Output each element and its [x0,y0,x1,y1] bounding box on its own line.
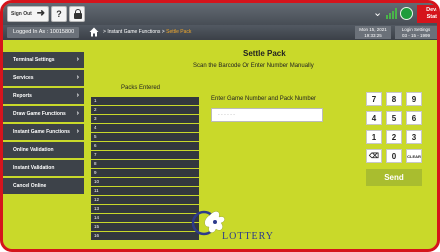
pack-row[interactable]: 11 [91,187,199,195]
pack-row-index: 16 [94,233,100,238]
pack-row[interactable]: 15 [91,223,199,231]
lock-icon [74,9,82,19]
pack-row[interactable]: 13 [91,205,199,213]
breadcrumb-sep: > [103,29,106,35]
pack-row[interactable]: 8 [91,160,199,168]
chevron-right-icon: › [76,92,79,99]
chevron-right-icon: › [76,128,79,135]
pack-row-index: 3 [94,116,97,121]
breadcrumb-sep: > [161,29,165,35]
key-5[interactable]: 5 [386,111,402,125]
pack-row[interactable]: 14 [91,214,199,222]
last-login: Login Settings 03 - 15 - 1999 [395,26,437,39]
login-info: Logged In As : 10015800 [7,27,79,38]
signal-strength-icon [386,8,398,19]
pack-row[interactable]: 10 [91,178,199,186]
pack-row-index: 13 [94,206,100,211]
pack-row[interactable]: 7 [91,151,199,159]
sidebar-item-label: Instant Validation [13,165,55,171]
top-bar: Sign Out ➜ ? ⌄ Device Status [3,3,437,25]
last-login-date: 03 - 15 - 1999 [401,33,431,38]
pack-row[interactable]: 6 [91,142,199,150]
chevron-down-icon[interactable]: ⌄ [373,6,382,19]
sidebar-item-label: Terminal Settings [13,57,55,63]
key-2[interactable]: 2 [386,130,402,144]
pack-row-index: 7 [94,152,97,157]
date-time: Mon 15, 2021 19:33:25 [355,26,391,39]
breadcrumb-instant-game[interactable]: Instant Game Functions [107,29,160,35]
breadcrumb: > Instant Game Functions > Settle Pack [103,25,191,40]
packs-entered-title: Packs Entered [121,85,161,91]
sidebar-item-services[interactable]: Services › [3,70,84,86]
pack-row-index: 10 [94,179,100,184]
pack-row[interactable]: 12 [91,196,199,204]
pack-row[interactable]: 2 [91,106,199,114]
chevron-right-icon: › [76,74,79,81]
pack-row-index: 9 [94,170,97,175]
key-4[interactable]: 4 [366,111,382,125]
pack-row[interactable]: 5 [91,133,199,141]
sidebar-item-label: Reports [13,93,32,99]
sidebar-item-draw-game-functions[interactable]: Draw Game Functions › [3,106,84,122]
clear-key[interactable]: CLEAR [406,149,422,163]
time-line: 19:33:25 [364,33,382,38]
logo-text: LOTTERY [222,231,274,242]
pack-row[interactable]: 16 [91,232,199,240]
key-7[interactable]: 7 [366,92,382,106]
sidebar-item-reports[interactable]: Reports › [3,88,84,104]
logout-label: Sign Out [11,11,32,17]
sidebar-item-label: Draw Game Functions [13,111,66,117]
sidebar-item-online-validation[interactable]: Online Validation [3,142,84,158]
device-status-button[interactable]: Device Status [417,5,437,23]
chevron-right-icon: › [76,110,79,117]
chevron-right-icon: › [76,56,79,63]
pack-row-index: 8 [94,161,97,166]
app-frame: Sign Out ➜ ? ⌄ Device Status Logged In A… [0,0,440,252]
sidebar-item-instant-game-functions[interactable]: Instant Game Functions › [3,124,84,140]
lock-button[interactable] [69,6,85,22]
key-1[interactable]: 1 [366,130,382,144]
page-subtitle: Scan the Barcode Or Enter Number Manuall… [193,63,314,69]
sidebar-item-label: Services [13,75,34,81]
key-8[interactable]: 8 [386,92,402,106]
pack-number-label: Enter Game Number and Pack Number [211,96,317,102]
pack-row[interactable]: 4 [91,124,199,132]
logout-button[interactable]: Sign Out ➜ [7,6,49,22]
help-button[interactable]: ? [51,6,67,22]
sub-bar: Logged In As : 10015800 > Instant Game F… [3,25,437,40]
sidebar-item-label: Online Validation [13,147,54,153]
pack-row-index: 11 [94,188,99,193]
sidebar-item-instant-validation[interactable]: Instant Validation [3,160,84,176]
sidebar: Terminal Settings › Services › Reports ›… [3,52,84,196]
pack-row-index: 4 [94,125,97,130]
page-title: Settle Pack [243,49,286,58]
online-status-icon [400,7,413,20]
pack-row-index: 2 [94,107,97,112]
home-icon[interactable] [89,27,99,37]
packs-entered-table: 1 2 3 4 5 6 7 8 9 10 11 12 13 14 15 16 [91,97,199,241]
backspace-key[interactable]: ⌫ [366,149,382,163]
sidebar-item-label: Instant Game Functions [13,129,70,135]
pack-row-index: 5 [94,134,97,139]
key-9[interactable]: 9 [406,92,422,106]
pack-row[interactable]: 3 [91,115,199,123]
key-6[interactable]: 6 [406,111,422,125]
pack-row[interactable]: 9 [91,169,199,177]
sidebar-item-cancel-online[interactable]: Cancel Online [3,178,84,194]
sidebar-item-terminal-settings[interactable]: Terminal Settings › [3,52,84,68]
pack-row-index: 14 [94,215,100,220]
pack-row-index: 1 [94,98,97,103]
send-button[interactable]: Send [366,169,422,186]
key-0[interactable]: 0 [386,149,402,163]
key-3[interactable]: 3 [406,130,422,144]
pack-row-index: 12 [94,197,100,202]
logout-arrow-icon: ➜ [36,8,45,19]
sidebar-item-label: Cancel Online [13,183,47,189]
pack-row-index: 6 [94,143,97,148]
pack-row-index: 15 [94,224,100,229]
breadcrumb-current: Settle Pack [166,29,192,35]
pack-row[interactable]: 1 [91,97,199,105]
pack-number-input[interactable]: - - - - - - [211,108,323,122]
